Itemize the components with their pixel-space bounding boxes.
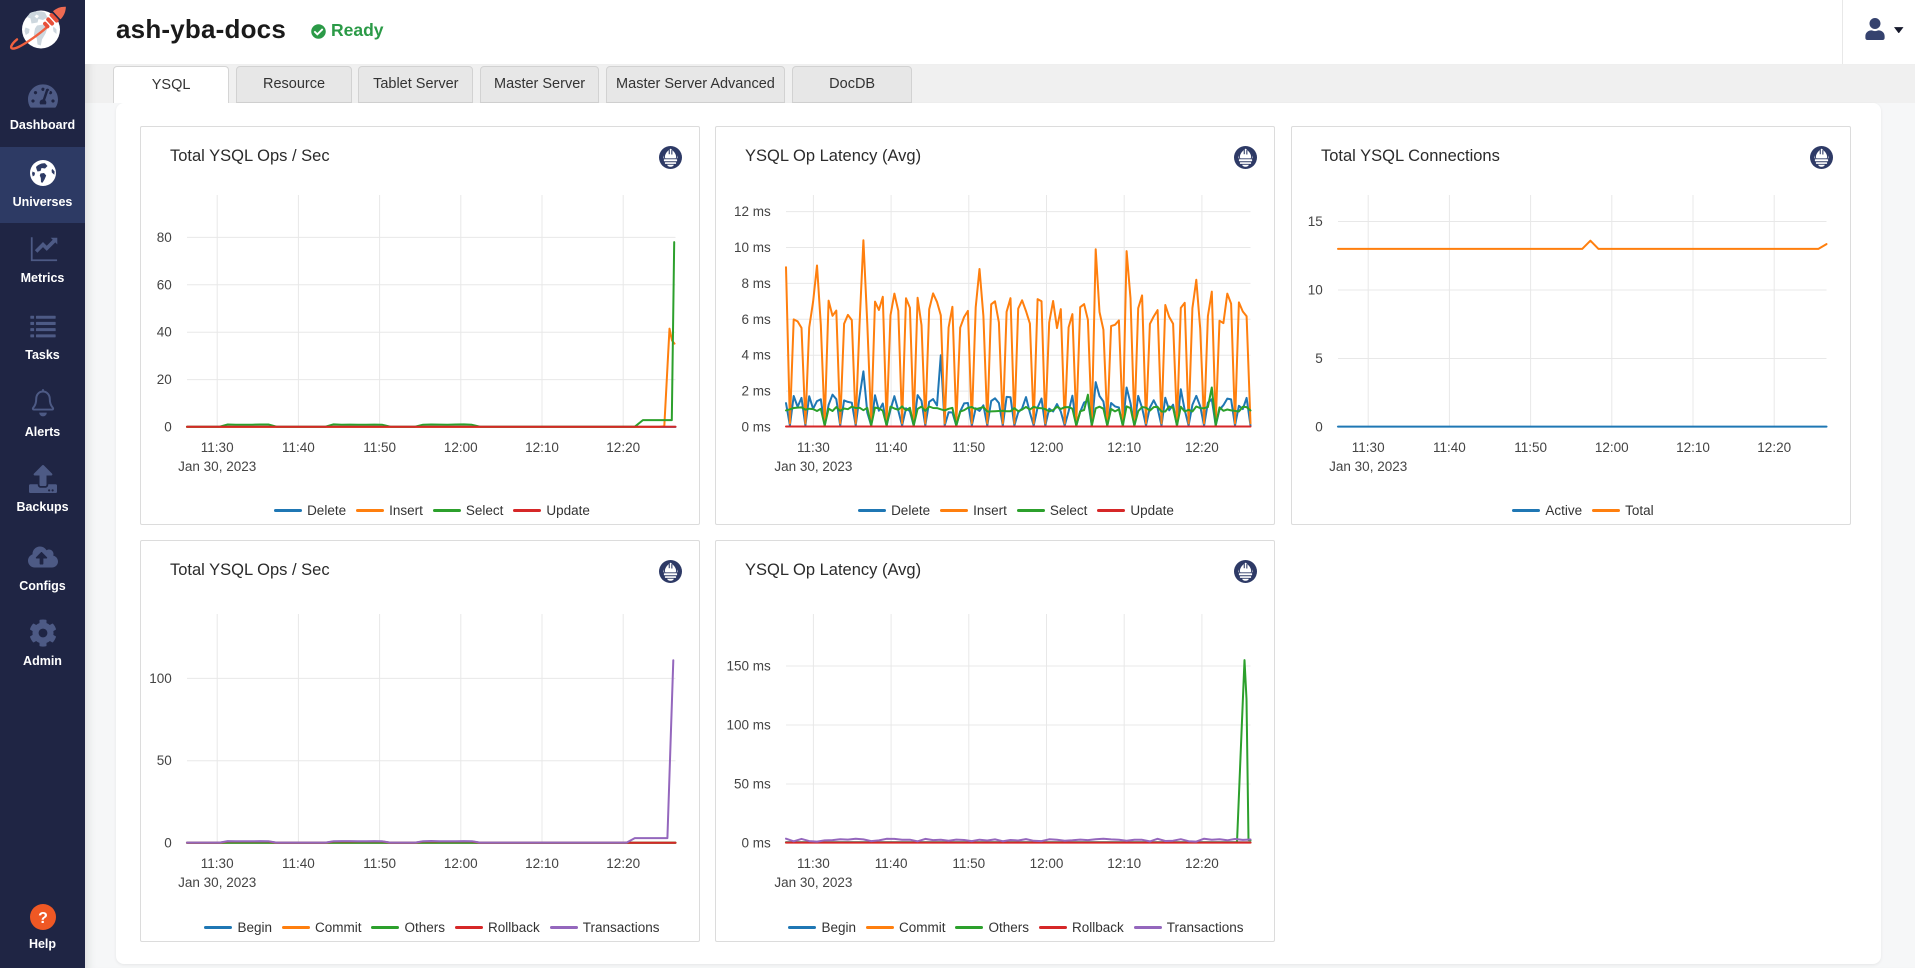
svg-text:12:00: 12:00 bbox=[1595, 440, 1629, 455]
svg-text:Jan 30, 2023: Jan 30, 2023 bbox=[1329, 459, 1407, 474]
svg-text:11:40: 11:40 bbox=[1433, 440, 1466, 455]
svg-text:0 ms: 0 ms bbox=[742, 836, 772, 851]
svg-text:12:00: 12:00 bbox=[1030, 856, 1064, 871]
svg-text:50: 50 bbox=[157, 753, 172, 768]
svg-text:12 ms: 12 ms bbox=[734, 204, 771, 219]
svg-text:80: 80 bbox=[157, 230, 172, 245]
svg-text:0: 0 bbox=[164, 836, 172, 851]
svg-text:0: 0 bbox=[164, 420, 172, 435]
svg-text:2 ms: 2 ms bbox=[742, 384, 772, 399]
svg-text:0 ms: 0 ms bbox=[742, 420, 772, 435]
svg-text:5: 5 bbox=[1315, 351, 1323, 366]
svg-text:Jan 30, 2023: Jan 30, 2023 bbox=[178, 875, 256, 890]
svg-text:12:10: 12:10 bbox=[1107, 440, 1141, 455]
svg-text:11:30: 11:30 bbox=[201, 856, 234, 871]
svg-text:12:20: 12:20 bbox=[606, 856, 640, 871]
svg-text:?: ? bbox=[38, 910, 48, 927]
svg-text:8 ms: 8 ms bbox=[742, 276, 772, 291]
svg-text:40: 40 bbox=[157, 325, 172, 340]
svg-text:11:50: 11:50 bbox=[1514, 440, 1547, 455]
svg-text:11:50: 11:50 bbox=[952, 856, 985, 871]
svg-text:100: 100 bbox=[149, 671, 172, 686]
svg-text:4 ms: 4 ms bbox=[742, 348, 772, 363]
svg-text:10 ms: 10 ms bbox=[734, 240, 771, 255]
svg-text:11:40: 11:40 bbox=[875, 440, 908, 455]
svg-text:0: 0 bbox=[1315, 420, 1323, 435]
svg-text:11:50: 11:50 bbox=[363, 856, 396, 871]
svg-text:20: 20 bbox=[157, 372, 172, 387]
svg-text:100 ms: 100 ms bbox=[727, 718, 772, 733]
svg-text:12:10: 12:10 bbox=[1107, 856, 1141, 871]
svg-text:11:30: 11:30 bbox=[797, 440, 830, 455]
svg-text:12:20: 12:20 bbox=[606, 440, 640, 455]
svg-text:12:20: 12:20 bbox=[1185, 856, 1219, 871]
svg-text:11:50: 11:50 bbox=[952, 440, 985, 455]
svg-text:Jan 30, 2023: Jan 30, 2023 bbox=[178, 459, 256, 474]
svg-text:15: 15 bbox=[1308, 214, 1323, 229]
svg-text:11:30: 11:30 bbox=[1352, 440, 1385, 455]
svg-text:Jan 30, 2023: Jan 30, 2023 bbox=[774, 875, 852, 890]
svg-text:12:20: 12:20 bbox=[1185, 440, 1219, 455]
svg-text:12:20: 12:20 bbox=[1757, 440, 1791, 455]
svg-text:12:10: 12:10 bbox=[1676, 440, 1710, 455]
svg-text:10: 10 bbox=[1308, 283, 1323, 298]
svg-text:12:10: 12:10 bbox=[525, 856, 559, 871]
svg-text:11:40: 11:40 bbox=[282, 440, 315, 455]
svg-text:50 ms: 50 ms bbox=[734, 777, 771, 792]
svg-text:12:00: 12:00 bbox=[1030, 440, 1064, 455]
svg-text:60: 60 bbox=[157, 277, 172, 292]
svg-text:12:00: 12:00 bbox=[444, 440, 478, 455]
svg-text:11:30: 11:30 bbox=[201, 440, 234, 455]
svg-text:12:10: 12:10 bbox=[525, 440, 559, 455]
svg-text:11:40: 11:40 bbox=[875, 856, 908, 871]
svg-text:Jan 30, 2023: Jan 30, 2023 bbox=[774, 459, 852, 474]
svg-text:11:50: 11:50 bbox=[363, 440, 396, 455]
svg-text:6 ms: 6 ms bbox=[742, 312, 772, 327]
svg-text:12:00: 12:00 bbox=[444, 856, 478, 871]
svg-text:11:30: 11:30 bbox=[797, 856, 830, 871]
svg-text:11:40: 11:40 bbox=[282, 856, 315, 871]
svg-text:150 ms: 150 ms bbox=[727, 659, 772, 674]
